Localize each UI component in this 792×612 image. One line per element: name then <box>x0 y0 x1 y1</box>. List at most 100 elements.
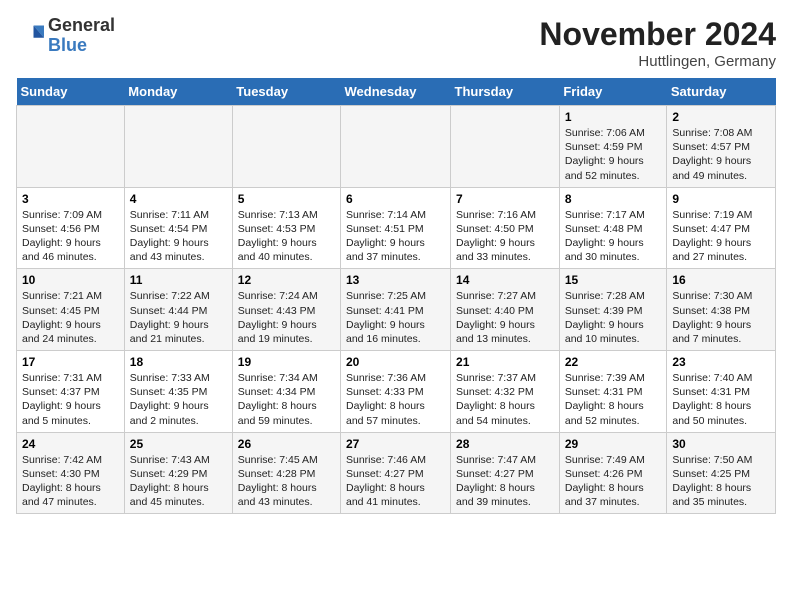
day-number: 23 <box>672 355 770 369</box>
day-info: Sunrise: 7:47 AM Sunset: 4:27 PM Dayligh… <box>456 453 554 510</box>
day-number: 24 <box>22 437 119 451</box>
day-info: Sunrise: 7:25 AM Sunset: 4:41 PM Dayligh… <box>346 289 445 346</box>
day-cell <box>341 106 451 188</box>
week-row-3: 10 Sunrise: 7:21 AM Sunset: 4:45 PM Dayli… <box>17 269 776 351</box>
logo-general: General <box>48 16 115 36</box>
day-number: 19 <box>238 355 335 369</box>
day-number: 9 <box>672 192 770 206</box>
day-number: 22 <box>565 355 662 369</box>
day-info: Sunrise: 7:37 AM Sunset: 4:32 PM Dayligh… <box>456 371 554 428</box>
day-info: Sunrise: 7:46 AM Sunset: 4:27 PM Dayligh… <box>346 453 445 510</box>
week-row-4: 17Sunrise: 7:31 AM Sunset: 4:37 PM Dayli… <box>17 351 776 433</box>
day-cell: 11 Sunrise: 7:22 AM Sunset: 4:44 PM Dayli… <box>124 269 232 351</box>
day-info: Sunrise: 7:27 AM Sunset: 4:40 PM Dayligh… <box>456 289 554 346</box>
day-info: Sunrise: 7:14 AM Sunset: 4:51 PM Dayligh… <box>346 208 445 265</box>
day-cell: 15 Sunrise: 7:28 AM Sunset: 4:39 PM Dayli… <box>559 269 667 351</box>
day-cell: 8 Sunrise: 7:17 AM Sunset: 4:48 PM Daylig… <box>559 187 667 269</box>
day-info: Sunrise: 7:43 AM Sunset: 4:29 PM Dayligh… <box>130 453 227 510</box>
col-header-thursday: Thursday <box>451 78 560 106</box>
location: Huttlingen, Germany <box>539 53 776 70</box>
day-info: Sunrise: 7:40 AM Sunset: 4:31 PM Dayligh… <box>672 371 770 428</box>
day-number: 11 <box>130 273 227 287</box>
col-header-saturday: Saturday <box>667 78 776 106</box>
day-cell: 17Sunrise: 7:31 AM Sunset: 4:37 PM Dayli… <box>17 351 125 433</box>
day-number: 26 <box>238 437 335 451</box>
day-cell: 22 Sunrise: 7:39 AM Sunset: 4:31 PM Dayli… <box>559 351 667 433</box>
logo-text: General Blue <box>48 16 115 56</box>
day-cell: 21 Sunrise: 7:37 AM Sunset: 4:32 PM Dayli… <box>451 351 560 433</box>
day-cell: 18 Sunrise: 7:33 AM Sunset: 4:35 PM Dayli… <box>124 351 232 433</box>
day-number: 28 <box>456 437 554 451</box>
day-info: Sunrise: 7:11 AM Sunset: 4:54 PM Dayligh… <box>130 208 227 265</box>
day-number: 7 <box>456 192 554 206</box>
col-header-friday: Friday <box>559 78 667 106</box>
day-cell: 25 Sunrise: 7:43 AM Sunset: 4:29 PM Dayli… <box>124 432 232 514</box>
week-row-1: 1Sunrise: 7:06 AM Sunset: 4:59 PM Daylig… <box>17 106 776 188</box>
day-info: Sunrise: 7:09 AM Sunset: 4:56 PM Dayligh… <box>22 208 119 265</box>
col-header-tuesday: Tuesday <box>232 78 340 106</box>
day-cell: 14 Sunrise: 7:27 AM Sunset: 4:40 PM Dayli… <box>451 269 560 351</box>
day-info: Sunrise: 7:30 AM Sunset: 4:38 PM Dayligh… <box>672 289 770 346</box>
day-info: Sunrise: 7:24 AM Sunset: 4:43 PM Dayligh… <box>238 289 335 346</box>
day-info: Sunrise: 7:31 AM Sunset: 4:37 PM Dayligh… <box>22 371 119 428</box>
day-cell: 5Sunrise: 7:13 AM Sunset: 4:53 PM Daylig… <box>232 187 340 269</box>
day-cell: 1Sunrise: 7:06 AM Sunset: 4:59 PM Daylig… <box>559 106 667 188</box>
day-info: Sunrise: 7:42 AM Sunset: 4:30 PM Dayligh… <box>22 453 119 510</box>
header-row: SundayMondayTuesdayWednesdayThursdayFrid… <box>17 78 776 106</box>
day-cell: 26 Sunrise: 7:45 AM Sunset: 4:28 PM Dayli… <box>232 432 340 514</box>
day-cell: 30 Sunrise: 7:50 AM Sunset: 4:25 PM Dayli… <box>667 432 776 514</box>
day-info: Sunrise: 7:39 AM Sunset: 4:31 PM Dayligh… <box>565 371 662 428</box>
day-info: Sunrise: 7:13 AM Sunset: 4:53 PM Dayligh… <box>238 208 335 265</box>
day-cell: 3 Sunrise: 7:09 AM Sunset: 4:56 PM Daylig… <box>17 187 125 269</box>
day-cell: 7 Sunrise: 7:16 AM Sunset: 4:50 PM Daylig… <box>451 187 560 269</box>
day-info: Sunrise: 7:16 AM Sunset: 4:50 PM Dayligh… <box>456 208 554 265</box>
logo-blue: Blue <box>48 36 115 56</box>
day-info: Sunrise: 7:50 AM Sunset: 4:25 PM Dayligh… <box>672 453 770 510</box>
day-cell <box>451 106 560 188</box>
day-number: 16 <box>672 273 770 287</box>
day-number: 1 <box>565 110 662 124</box>
day-number: 4 <box>130 192 227 206</box>
day-cell <box>124 106 232 188</box>
day-number: 25 <box>130 437 227 451</box>
day-number: 29 <box>565 437 662 451</box>
day-info: Sunrise: 7:33 AM Sunset: 4:35 PM Dayligh… <box>130 371 227 428</box>
day-number: 18 <box>130 355 227 369</box>
month-title: November 2024 <box>539 16 776 53</box>
day-number: 21 <box>456 355 554 369</box>
day-info: Sunrise: 7:21 AM Sunset: 4:45 PM Dayligh… <box>22 289 119 346</box>
day-number: 12 <box>238 273 335 287</box>
week-row-2: 3 Sunrise: 7:09 AM Sunset: 4:56 PM Daylig… <box>17 187 776 269</box>
day-cell: 9 Sunrise: 7:19 AM Sunset: 4:47 PM Daylig… <box>667 187 776 269</box>
day-info: Sunrise: 7:49 AM Sunset: 4:26 PM Dayligh… <box>565 453 662 510</box>
week-row-5: 24 Sunrise: 7:42 AM Sunset: 4:30 PM Dayli… <box>17 432 776 514</box>
day-number: 27 <box>346 437 445 451</box>
col-header-monday: Monday <box>124 78 232 106</box>
day-cell: 23 Sunrise: 7:40 AM Sunset: 4:31 PM Dayli… <box>667 351 776 433</box>
col-header-sunday: Sunday <box>17 78 125 106</box>
day-cell: 4 Sunrise: 7:11 AM Sunset: 4:54 PM Daylig… <box>124 187 232 269</box>
day-info: Sunrise: 7:36 AM Sunset: 4:33 PM Dayligh… <box>346 371 445 428</box>
day-number: 8 <box>565 192 662 206</box>
day-number: 14 <box>456 273 554 287</box>
day-cell: 2 Sunrise: 7:08 AM Sunset: 4:57 PM Daylig… <box>667 106 776 188</box>
day-info: Sunrise: 7:45 AM Sunset: 4:28 PM Dayligh… <box>238 453 335 510</box>
day-info: Sunrise: 7:19 AM Sunset: 4:47 PM Dayligh… <box>672 208 770 265</box>
calendar-table: SundayMondayTuesdayWednesdayThursdayFrid… <box>16 78 776 514</box>
page-header: General Blue November 2024 Huttlingen, G… <box>16 16 776 70</box>
day-number: 2 <box>672 110 770 124</box>
day-number: 10 <box>22 273 119 287</box>
day-cell <box>232 106 340 188</box>
day-number: 15 <box>565 273 662 287</box>
day-cell: 12 Sunrise: 7:24 AM Sunset: 4:43 PM Dayli… <box>232 269 340 351</box>
day-info: Sunrise: 7:08 AM Sunset: 4:57 PM Dayligh… <box>672 126 770 183</box>
day-info: Sunrise: 7:28 AM Sunset: 4:39 PM Dayligh… <box>565 289 662 346</box>
day-number: 3 <box>22 192 119 206</box>
day-number: 30 <box>672 437 770 451</box>
day-info: Sunrise: 7:22 AM Sunset: 4:44 PM Dayligh… <box>130 289 227 346</box>
day-cell: 6Sunrise: 7:14 AM Sunset: 4:51 PM Daylig… <box>341 187 451 269</box>
day-info: Sunrise: 7:17 AM Sunset: 4:48 PM Dayligh… <box>565 208 662 265</box>
logo: General Blue <box>16 16 115 56</box>
logo-icon <box>16 22 44 50</box>
col-header-wednesday: Wednesday <box>341 78 451 106</box>
